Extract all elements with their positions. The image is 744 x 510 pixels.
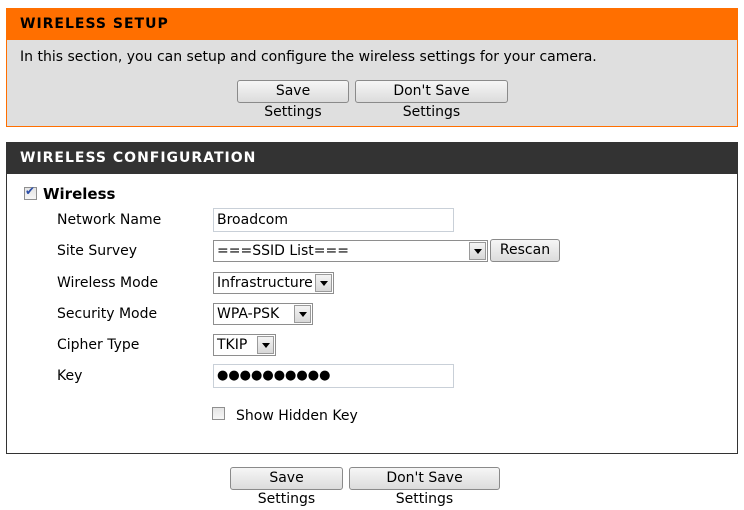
dont-save-settings-button-bottom[interactable]: Don't Save Settings: [349, 467, 500, 507]
wireless-mode-value: Infrastructure: [217, 275, 313, 291]
wireless-enable-label: Wireless: [43, 185, 116, 203]
key-password-input[interactable]: ●●●●●●●●●●: [213, 364, 454, 388]
cipher-type-value: TKIP: [217, 337, 248, 353]
show-hidden-key-label: Show Hidden Key: [236, 408, 358, 424]
cipher-type-label: Cipher Type: [57, 337, 140, 353]
wireless-configuration-panel: WIRELESS CONFIGURATION Wireless Network …: [6, 142, 738, 454]
security-mode-select[interactable]: WPA-PSK: [213, 303, 313, 325]
rescan-button[interactable]: Rescan: [490, 239, 560, 262]
security-mode-label: Security Mode: [57, 306, 158, 322]
security-mode-value: WPA-PSK: [217, 306, 280, 322]
site-survey-label: Site Survey: [57, 243, 138, 259]
chevron-down-icon[interactable]: [257, 336, 274, 354]
cipher-type-select[interactable]: TKIP: [213, 334, 276, 356]
wireless-setup-title: WIRELESS SETUP: [7, 9, 737, 40]
chevron-down-icon[interactable]: [315, 274, 332, 292]
network-name-label: Network Name: [57, 212, 162, 228]
chevron-down-icon[interactable]: [294, 305, 311, 323]
wireless-mode-select[interactable]: Infrastructure: [213, 272, 334, 294]
wireless-setup-description: In this section, you can setup and confi…: [20, 49, 597, 65]
dont-save-settings-button-top[interactable]: Don't Save Settings: [355, 80, 508, 120]
wireless-setup-panel: WIRELESS SETUP In this section, you can …: [6, 8, 738, 127]
site-survey-value: ===SSID List===: [217, 243, 349, 259]
save-settings-button-top[interactable]: Save Settings: [237, 80, 349, 120]
chevron-down-icon[interactable]: [469, 242, 486, 260]
key-label: Key: [57, 368, 83, 384]
wireless-mode-label: Wireless Mode: [57, 275, 159, 291]
site-survey-select[interactable]: ===SSID List===: [213, 240, 488, 262]
network-name-input[interactable]: Broadcom: [213, 208, 454, 232]
show-hidden-key-checkbox[interactable]: [212, 407, 225, 420]
wireless-enable-checkbox[interactable]: [24, 184, 37, 200]
save-settings-button-bottom[interactable]: Save Settings: [230, 467, 343, 507]
wireless-configuration-title: WIRELESS CONFIGURATION: [7, 143, 737, 174]
